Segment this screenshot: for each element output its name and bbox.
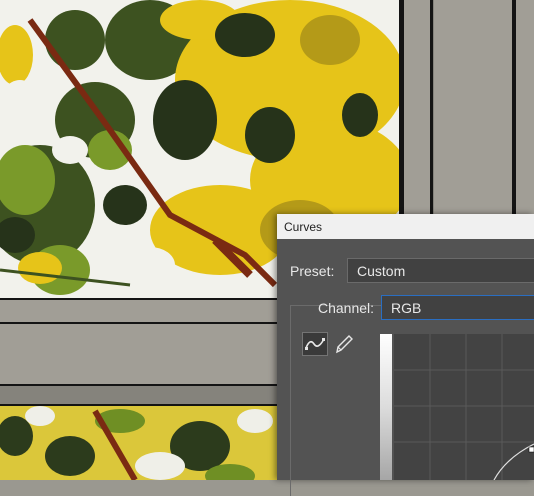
vertical-stripe-3: [434, 0, 512, 214]
horizontal-stripe-1: [0, 300, 277, 322]
curve-icon: [305, 338, 325, 350]
channel-label: Channel:: [318, 300, 375, 316]
preset-dropdown[interactable]: Custom: [347, 258, 534, 283]
vertical-rule-1: [399, 0, 404, 214]
vertical-rule-2: [430, 0, 433, 214]
horizontal-stripe-3: [0, 386, 277, 406]
channel-value: RGB: [391, 300, 422, 316]
curve-graph-canvas: [394, 334, 534, 481]
horizontal-rule-1: [0, 298, 277, 300]
pencil-icon: [336, 335, 353, 354]
preset-value: Custom: [357, 263, 406, 279]
horizontal-stripe-2: [0, 324, 277, 384]
preset-label: Preset:: [290, 263, 335, 279]
curve-tool-button[interactable]: [302, 332, 328, 356]
horizontal-rule-4: [0, 404, 277, 406]
horizontal-rule-2: [0, 322, 277, 324]
vertical-rule-3: [512, 0, 516, 214]
pencil-tool-button[interactable]: [332, 332, 358, 356]
horizontal-rule-3: [0, 384, 277, 386]
vertical-stripe-4: [516, 0, 534, 214]
curve-line: [493, 443, 534, 481]
dialog-title: Curves: [284, 220, 323, 234]
curve-control-point[interactable]: [528, 446, 534, 453]
leaf-photo-bottom: [0, 406, 277, 480]
channel-dropdown[interactable]: RGB: [381, 295, 534, 320]
curve-graph[interactable]: [394, 334, 534, 481]
dialog-titlebar[interactable]: Curves: [277, 214, 534, 239]
leaf-photo-bottom-image: [0, 406, 277, 480]
vertical-stripe-1: [404, 0, 430, 214]
output-gradient-bar: [380, 334, 392, 480]
curves-dialog: Curves Preset: Custom Channel: RGB: [277, 214, 534, 496]
